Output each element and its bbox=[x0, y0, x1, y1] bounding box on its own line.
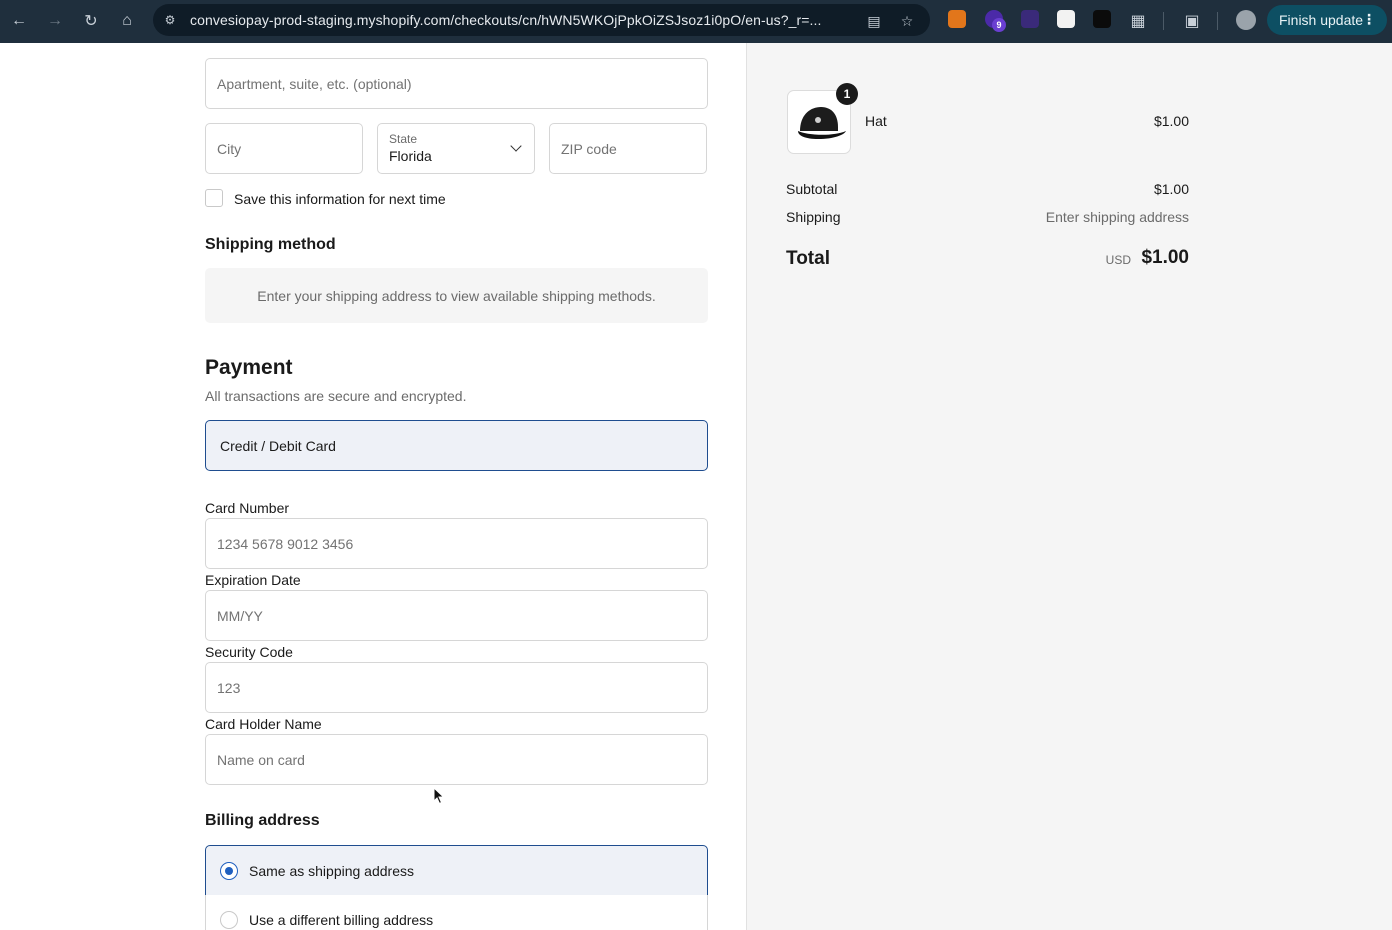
bookmark-star-icon[interactable]: ☆ bbox=[898, 12, 916, 30]
url-text[interactable]: convesiopay-prod-staging.myshopify.com/c… bbox=[190, 12, 822, 28]
apartment-input[interactable]: Apartment, suite, etc. (optional) bbox=[205, 58, 708, 109]
toolbar-divider bbox=[1217, 12, 1218, 30]
billing-option-different[interactable]: Use a different billing address bbox=[205, 895, 708, 930]
radio-selected-icon[interactable] bbox=[220, 862, 238, 880]
billing-option-label: Use a different billing address bbox=[249, 912, 434, 928]
payment-heading: Payment bbox=[205, 356, 293, 379]
billing-option-label: Same as shipping address bbox=[249, 863, 414, 879]
city-placeholder: City bbox=[217, 141, 242, 157]
profile-avatar[interactable] bbox=[1236, 10, 1256, 30]
card-holder-input[interactable]: Name on card bbox=[205, 734, 708, 785]
security-code-placeholder: 123 bbox=[217, 680, 241, 696]
card-number-placeholder: 1234 5678 9012 3456 bbox=[217, 536, 354, 552]
radio-unselected-icon[interactable] bbox=[220, 911, 238, 929]
order-summary: 1 Hat $1.00 Subtotal $1.00 Shipping Ente… bbox=[746, 43, 1392, 930]
zip-placeholder: ZIP code bbox=[561, 141, 617, 157]
shipping-method-heading: Shipping method bbox=[205, 236, 336, 253]
subtotal-value: $1.00 bbox=[1153, 181, 1189, 197]
security-code-input[interactable]: 123 bbox=[205, 662, 708, 713]
card-holder-placeholder: Name on card bbox=[217, 752, 305, 768]
finish-update-button[interactable]: Finish update ⋮ bbox=[1267, 5, 1387, 35]
payment-subheading: All transactions are secure and encrypte… bbox=[205, 388, 467, 404]
quantity-badge: 1 bbox=[836, 83, 858, 105]
total-label: Total bbox=[786, 248, 830, 269]
billing-address-heading: Billing address bbox=[205, 812, 320, 829]
card-number-input[interactable]: 1234 5678 9012 3456 bbox=[205, 518, 708, 569]
checkout-form: Apartment, suite, etc. (optional) City S… bbox=[0, 43, 746, 930]
forward-icon[interactable]: → bbox=[43, 9, 67, 33]
security-code-label: Security Code bbox=[205, 644, 293, 660]
state-label: State bbox=[389, 132, 418, 146]
shipping-value: Enter shipping address bbox=[1045, 209, 1189, 225]
back-icon[interactable]: ← bbox=[7, 9, 31, 33]
tab-search-icon[interactable]: ▣ bbox=[1180, 9, 1204, 33]
browser-toolbar: ← → ↻ ⌂ ⚙ convesiopay-prod-staging.mysho… bbox=[0, 0, 1392, 43]
save-info-label[interactable]: Save this information for next time bbox=[234, 191, 446, 207]
mouse-cursor-icon bbox=[433, 787, 445, 805]
subtotal-label: Subtotal bbox=[786, 181, 838, 197]
finish-update-label: Finish update bbox=[1279, 12, 1364, 28]
billing-address-options: Same as shipping address Use a different… bbox=[205, 845, 708, 930]
item-name: Hat bbox=[865, 113, 887, 129]
expiration-input[interactable]: MM/YY bbox=[205, 590, 708, 641]
card-icon[interactable]: ▤ bbox=[865, 12, 883, 30]
state-select[interactable]: State Florida bbox=[377, 123, 535, 174]
billing-option-same[interactable]: Same as shipping address bbox=[205, 845, 708, 896]
credit-debit-card-option[interactable]: Credit / Debit Card bbox=[205, 420, 708, 471]
shipping-label: Shipping bbox=[786, 209, 841, 225]
apartment-placeholder: Apartment, suite, etc. (optional) bbox=[217, 76, 412, 92]
more-menu-icon[interactable]: ⋮ bbox=[1362, 11, 1376, 28]
play-extension-icon[interactable] bbox=[1021, 10, 1039, 28]
state-value: Florida bbox=[389, 148, 432, 164]
toolbar-divider bbox=[1163, 12, 1164, 30]
metamask-extension-icon[interactable] bbox=[948, 10, 966, 28]
shipping-method-notice: Enter your shipping address to view avai… bbox=[205, 268, 708, 323]
total-value: $1.00 bbox=[1141, 247, 1189, 268]
card-holder-label: Card Holder Name bbox=[205, 716, 322, 732]
item-price: $1.00 bbox=[1153, 113, 1189, 129]
city-input[interactable]: City bbox=[205, 123, 363, 174]
address-bar[interactable]: ⚙ convesiopay-prod-staging.myshopify.com… bbox=[153, 4, 930, 36]
save-info-checkbox[interactable] bbox=[205, 189, 223, 207]
card-number-label: Card Number bbox=[205, 500, 290, 516]
site-settings-icon[interactable]: ⚙ bbox=[162, 12, 178, 28]
shipping-method-notice-text: Enter your shipping address to view avai… bbox=[257, 287, 656, 304]
extension-badge: 9 bbox=[992, 18, 1006, 32]
extension-icon[interactable] bbox=[1057, 10, 1075, 28]
product-thumbnail: 1 bbox=[787, 83, 858, 154]
extensions-puzzle-icon[interactable]: ▦ bbox=[1126, 9, 1150, 33]
total-currency: USD bbox=[1105, 253, 1131, 267]
expiration-label: Expiration Date bbox=[205, 572, 301, 588]
extension-icon[interactable] bbox=[1093, 10, 1111, 28]
reload-icon[interactable]: ↻ bbox=[79, 9, 103, 33]
home-icon[interactable]: ⌂ bbox=[115, 9, 139, 33]
expiration-placeholder: MM/YY bbox=[217, 608, 263, 624]
payment-method-label: Credit / Debit Card bbox=[220, 438, 336, 454]
zip-input[interactable]: ZIP code bbox=[549, 123, 707, 174]
chevron-down-icon bbox=[510, 140, 522, 152]
